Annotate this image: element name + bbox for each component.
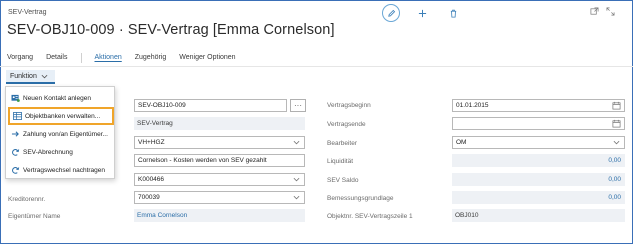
object-select[interactable]: VH+HGZ: [134, 136, 305, 149]
contract-no-field[interactable]: SEV-OBJ10-009: [134, 99, 287, 112]
delete-button[interactable]: [444, 4, 462, 22]
vertragsende-label: Vertragsende: [327, 121, 366, 128]
menu-item-label: Zahlung von/an Eigentümer...: [23, 130, 108, 138]
menu-item-manage-banks[interactable]: Objektbanken verwalten...: [8, 107, 114, 125]
contact-card-icon: [10, 93, 20, 103]
refresh-cycle-icon: [10, 147, 20, 157]
menu-item-label: SEV-Abrechnung: [23, 148, 73, 156]
chevron-down-icon: [293, 177, 300, 182]
object-select-value: VH+HGZ: [138, 139, 165, 146]
chevron-down-icon: [293, 140, 300, 145]
menu-item-sev-billing[interactable]: SEV-Abrechnung: [6, 143, 116, 161]
tab-aktionen[interactable]: Aktionen: [95, 54, 122, 63]
menu-item-contract-change[interactable]: Vertragswechsel nachtragen: [6, 161, 116, 179]
function-menu: Neuen Kontakt anlegen Objektbanken verwa…: [5, 86, 115, 179]
sev-saldo-value[interactable]: 0,00: [452, 173, 625, 186]
expand-button[interactable]: [602, 4, 618, 18]
breadcrumb: SEV-Vertrag: [8, 9, 47, 16]
cost-description-field[interactable]: Cornelson - Kosten werden von SEV gezahl…: [134, 154, 305, 167]
vertragsende-field[interactable]: [452, 117, 625, 130]
contract-type-field: SEV-Vertrag: [134, 117, 305, 130]
kreditor-label: Kreditorennr.: [8, 196, 46, 203]
menu-item-label: Objektbanken verwalten...: [25, 112, 101, 120]
external-window-icon: [590, 7, 598, 15]
vertragsbeginn-label: Vertragsbeginn: [327, 102, 371, 109]
cost-description-value: Cornelson - Kosten werden von SEV gezahl…: [138, 157, 267, 164]
tab-zugehoerig[interactable]: Zugehörig: [135, 54, 167, 63]
bearbeiter-select[interactable]: OM: [452, 136, 625, 149]
objektnr-value: OBJ010: [455, 212, 479, 219]
owner-name-field: Emma Cornelson: [134, 209, 305, 222]
chevron-down-icon: [293, 195, 300, 200]
new-button[interactable]: [413, 4, 431, 22]
chevron-down-icon: [41, 74, 48, 78]
vertragsbeginn-field[interactable]: 01.01.2015: [452, 99, 625, 112]
tab-vorgang[interactable]: Vorgang: [7, 54, 33, 63]
vertragsbeginn-value: 01.01.2015: [456, 102, 489, 109]
open-new-window-button[interactable]: [586, 4, 602, 18]
tab-details[interactable]: Details: [46, 54, 67, 63]
objektnr-label: Objektnr. SEV-Vertragszeile 1: [327, 213, 413, 220]
calendar-icon[interactable]: [612, 119, 621, 128]
sev-saldo-label: SEV Saldo: [327, 177, 359, 184]
function-button-label: Funktion: [10, 72, 37, 80]
contract-type-value: SEV-Vertrag: [137, 120, 173, 127]
menu-item-label: Vertragswechsel nachtragen: [23, 166, 106, 174]
bemessung-label: Bemessungsgrundlage: [327, 195, 394, 202]
expand-icon: [606, 7, 614, 15]
bemessung-value[interactable]: 0,00: [452, 191, 625, 204]
action-tabs: Vorgang Details Aktionen Zugehörig Wenig…: [7, 53, 249, 63]
kreditor-value: 700039: [138, 194, 160, 201]
menu-item-new-contact[interactable]: Neuen Kontakt anlegen: [6, 89, 116, 107]
contract-no-value: SEV-OBJ10-009: [138, 102, 186, 109]
tab-divider: [80, 53, 82, 63]
objektnr-field: OBJ010: [452, 209, 625, 222]
menu-item-label: Neuen Kontakt anlegen: [23, 94, 91, 102]
lookup-ellipsis-button[interactable]: ···: [290, 99, 306, 112]
tab-divider-line: [0, 66, 633, 67]
owner-name-value[interactable]: Emma Cornelson: [137, 212, 187, 219]
page-title: SEV-OBJ10-009 · SEV-Vertrag [Emma Cornel…: [7, 22, 335, 38]
owner-name-label: Eigentümer Name: [8, 213, 61, 220]
contract-refresh-icon: [10, 165, 20, 175]
bank-table-icon: [12, 111, 22, 121]
window-controls: [586, 4, 618, 18]
menu-item-owner-payment[interactable]: Zahlung von/an Eigentümer...: [6, 125, 116, 143]
function-dropdown-button[interactable]: Funktion: [6, 70, 55, 84]
payment-arrow-icon: [10, 129, 20, 139]
customer-no-value: K000466: [138, 176, 165, 183]
tab-weniger-optionen[interactable]: Weniger Optionen: [179, 54, 235, 63]
kreditor-select[interactable]: 700039: [134, 191, 305, 204]
customer-no-select[interactable]: K000466: [134, 173, 305, 186]
pencil-icon: [387, 9, 395, 17]
liquiditaet-label: Liquidität: [327, 158, 354, 165]
bearbeiter-label: Bearbeiter: [327, 140, 357, 147]
plus-icon: [418, 9, 426, 17]
chevron-down-icon: [613, 140, 620, 145]
header-actions: [382, 4, 462, 22]
bearbeiter-value: OM: [456, 139, 467, 146]
edit-button[interactable]: [382, 4, 400, 22]
liquiditaet-value[interactable]: 0,00: [452, 154, 625, 167]
calendar-icon[interactable]: [612, 101, 621, 110]
trash-icon: [450, 9, 456, 18]
